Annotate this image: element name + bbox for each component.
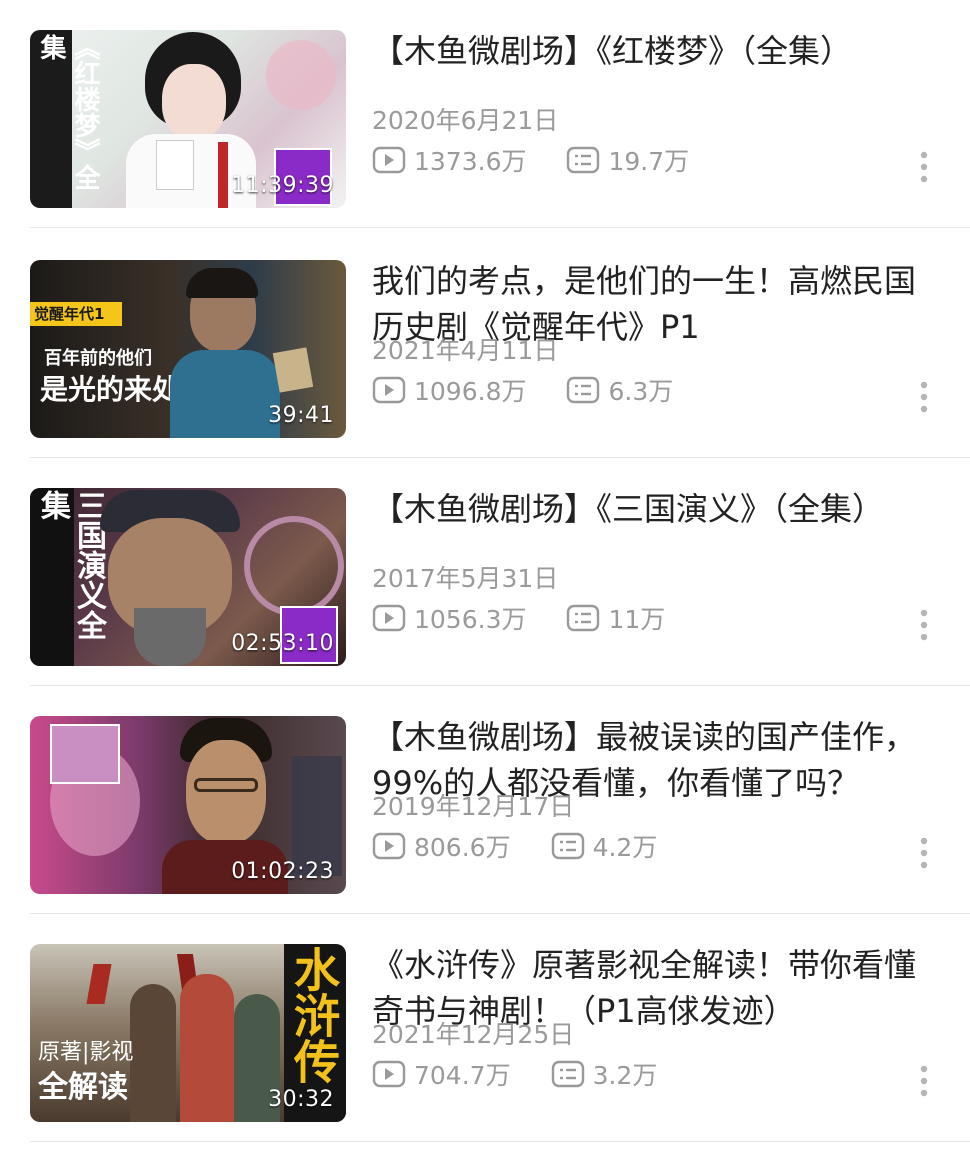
video-duration: 11:39:39 (231, 173, 334, 198)
more-vertical-icon[interactable] (912, 150, 936, 184)
video-duration: 30:32 (268, 1087, 334, 1112)
divider (30, 1141, 970, 1142)
video-stats: 704.7万 3.2万 (372, 1056, 657, 1092)
play-count-icon (372, 146, 406, 174)
danmaku-count-icon (567, 376, 600, 404)
danmaku-count: 3.2万 (551, 1056, 657, 1092)
danmaku-count-icon (551, 832, 584, 860)
play-count-icon (372, 832, 406, 860)
video-title[interactable]: 【木鱼微剧场】《红楼梦》（全集） (372, 28, 937, 74)
view-count: 806.6万 (372, 828, 511, 864)
danmaku-count: 6.3万 (566, 372, 673, 408)
thumbnail-caption: 是光的来处 (40, 373, 181, 406)
danmaku-count-icon (567, 604, 600, 632)
video-date: 2020年6月21日 (372, 106, 559, 135)
video-date: 2021年12月25日 (372, 1020, 575, 1049)
play-count-icon (372, 376, 406, 404)
danmaku-count-icon (551, 1060, 584, 1088)
danmaku-count: 19.7万 (566, 142, 689, 178)
video-stats: 1373.6万 19.7万 (372, 142, 689, 178)
view-count: 1373.6万 (372, 142, 526, 178)
more-vertical-icon[interactable] (912, 836, 936, 870)
video-date: 2019年12月17日 (372, 792, 575, 821)
more-vertical-icon[interactable] (912, 380, 936, 414)
video-list: 《红楼梦》全集 11:39:39 【木鱼微剧场】《红楼梦》（全集） 2020年6… (0, 0, 970, 1152)
divider (30, 227, 970, 228)
channel-logo (50, 724, 120, 784)
view-count: 1096.8万 (372, 372, 526, 408)
play-count-icon (372, 604, 406, 632)
view-count: 704.7万 (372, 1056, 511, 1092)
video-duration: 01:02:23 (231, 859, 334, 884)
video-thumbnail[interactable]: 水浒传 原著|影视 全解读 30:32 (30, 944, 346, 1122)
view-count: 1056.3万 (372, 600, 526, 636)
video-thumbnail[interactable]: 三国演义全集 02:53:10 (30, 488, 346, 666)
thumbnail-caption: 百年前的他们 (44, 348, 152, 369)
video-item[interactable]: 《红楼梦》全集 11:39:39 【木鱼微剧场】《红楼梦》（全集） 2020年6… (0, 0, 970, 228)
video-item[interactable]: 01:02:23 【木鱼微剧场】最被误读的国产佳作，99%的人都没看懂，你看懂了… (0, 686, 970, 914)
thumbnail-caption: 《红楼梦》全集 (36, 34, 100, 190)
video-thumbnail[interactable]: 觉醒年代1 百年前的他们 是光的来处 39:41 (30, 260, 346, 438)
thumbnail-caption: 水浒传 (287, 946, 341, 1084)
danmaku-count-icon (567, 146, 600, 174)
video-thumbnail[interactable]: 《红楼梦》全集 11:39:39 (30, 30, 346, 208)
danmaku-count: 11万 (566, 600, 665, 636)
more-vertical-icon[interactable] (912, 1064, 936, 1098)
video-date: 2021年4月11日 (372, 336, 559, 365)
video-title[interactable]: 【木鱼微剧场】《三国演义》（全集） (372, 486, 937, 532)
video-item[interactable]: 三国演义全集 02:53:10 【木鱼微剧场】《三国演义》（全集） 2017年5… (0, 458, 970, 686)
video-item[interactable]: 觉醒年代1 百年前的他们 是光的来处 39:41 我们的考点，是他们的一生！高燃… (0, 230, 970, 458)
more-vertical-icon[interactable] (912, 608, 936, 642)
video-item[interactable]: 水浒传 原著|影视 全解读 30:32 《水浒传》原著影视全解读！带你看懂奇书与… (0, 914, 970, 1142)
video-duration: 39:41 (268, 403, 334, 428)
thumbnail-tag: 觉醒年代1 (34, 305, 105, 323)
video-date: 2017年5月31日 (372, 564, 559, 593)
video-thumbnail[interactable]: 01:02:23 (30, 716, 346, 894)
danmaku-count: 4.2万 (551, 828, 657, 864)
video-stats: 806.6万 4.2万 (372, 828, 657, 864)
video-duration: 02:53:10 (231, 631, 334, 656)
video-stats: 1096.8万 6.3万 (372, 372, 673, 408)
play-count-icon (372, 1060, 406, 1088)
thumbnail-caption: 三国演义全集 (35, 490, 106, 640)
thumbnail-caption: 全解读 (38, 1070, 128, 1105)
video-stats: 1056.3万 11万 (372, 600, 665, 636)
